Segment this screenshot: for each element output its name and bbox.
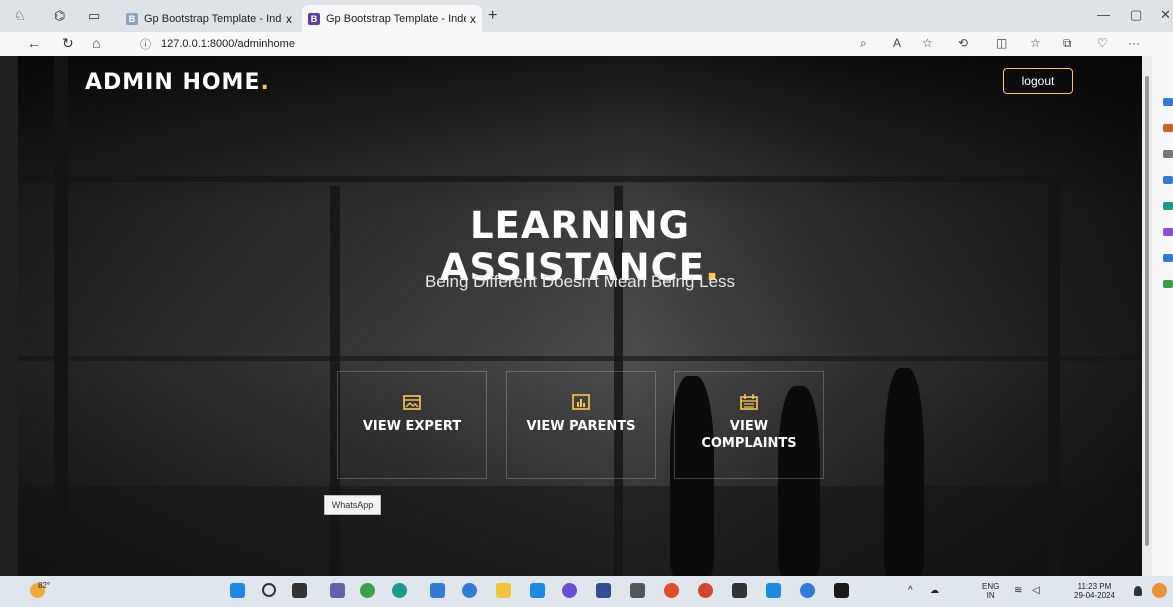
split-screen-icon[interactable]: ◫ [996, 36, 1007, 50]
app-icon[interactable] [562, 583, 577, 598]
chrome-icon[interactable] [664, 583, 679, 598]
view-complaints-card[interactable]: VIEW COMPLAINTS [674, 371, 824, 479]
tab-inactive[interactable]: B Gp Bootstrap Template - Index x [120, 5, 298, 32]
sidebar-app-icon[interactable] [1163, 150, 1173, 158]
sidebar-app-icon[interactable] [1163, 124, 1173, 132]
calendar-icon [740, 394, 758, 410]
file-explorer-icon[interactable] [496, 583, 511, 598]
store-icon[interactable] [530, 583, 545, 598]
profile-icon[interactable]: ♘ [14, 8, 26, 24]
view-expert-card[interactable]: VIEW EXPERT [337, 371, 487, 479]
volume-icon[interactable]: ◁ [1032, 586, 1040, 596]
notification-bell-icon[interactable] [1134, 586, 1142, 596]
copilot-icon[interactable] [1152, 583, 1167, 598]
sidebar-app-icon[interactable] [1163, 280, 1173, 288]
edge-icon[interactable] [392, 583, 407, 598]
close-window-icon[interactable]: ✕ [1160, 7, 1171, 23]
browser-essentials-icon[interactable]: ♡ [1097, 36, 1108, 50]
logout-button[interactable]: logout [1003, 68, 1073, 94]
home-icon[interactable]: ⌂ [92, 35, 100, 51]
more-menu-icon[interactable]: ··· [1128, 36, 1140, 50]
close-tab-icon[interactable]: x [470, 12, 476, 26]
pycharm-icon[interactable] [834, 583, 849, 598]
terminal-icon[interactable] [732, 583, 747, 598]
wifi-icon[interactable]: ≋ [1014, 586, 1022, 596]
favicon-icon: B [126, 12, 138, 25]
lang-region: IN [986, 591, 995, 600]
clock[interactable]: 11:23 PM 29-04-2024 [1074, 582, 1115, 600]
sidebar-app-icon[interactable] [1163, 98, 1173, 106]
scrollbar-thumb[interactable] [1145, 76, 1149, 546]
vscode-icon[interactable] [766, 583, 781, 598]
search-page-icon[interactable]: ⌕ [860, 36, 867, 51]
taskbar: 82° ^ ☁ ENG IN ≋ ◁ 11:23 PM 29-04-2024 [0, 576, 1173, 607]
back-icon[interactable]: ← [27, 35, 41, 51]
url-field[interactable]: ⓘ 127.0.0.1:8000/adminhome [122, 34, 902, 54]
calendar-picture-icon [403, 395, 421, 410]
bar-chart-icon [572, 394, 590, 410]
whatsapp-icon[interactable] [360, 583, 375, 598]
extensions-icon[interactable]: ⟲ [958, 36, 968, 50]
lang-label: ENG [982, 582, 1000, 591]
brand-logo[interactable]: ADMIN HOME. [85, 70, 270, 95]
beam-decoration [18, 356, 1142, 361]
tab-bar: ♘ ⌬ ▭ B Gp Bootstrap Template - Index x … [0, 0, 1173, 32]
weather-temp: 82° [38, 581, 51, 590]
favorite-star-icon[interactable]: ☆ [922, 36, 933, 50]
app-icon[interactable] [596, 583, 611, 598]
whatsapp-tooltip: WhatsApp [324, 495, 381, 515]
refresh-icon[interactable]: ↻ [62, 35, 74, 52]
word-icon[interactable] [800, 583, 815, 598]
minimize-icon[interactable]: — [1097, 7, 1110, 22]
mail-icon[interactable] [430, 583, 445, 598]
sidebar-app-icon[interactable] [1163, 202, 1173, 210]
card-label: VIEW COMPLAINTS [701, 419, 797, 451]
date-text: 29-04-2024 [1074, 591, 1115, 600]
tray-cloud-icon[interactable]: ☁ [930, 586, 939, 595]
tray-chevron-icon[interactable]: ^ [908, 586, 913, 596]
telegram-icon[interactable] [462, 583, 477, 598]
collections-icon[interactable]: ⧉ [1063, 36, 1072, 51]
read-aloud-icon[interactable]: A [893, 36, 901, 50]
camera-icon[interactable] [630, 583, 645, 598]
scrollbar[interactable] [1142, 56, 1152, 576]
beam-decoration [18, 176, 1142, 182]
time-text: 11:23 PM [1077, 582, 1112, 591]
card-label: VIEW EXPERT [362, 419, 462, 434]
sidebar-app-icon[interactable] [1163, 228, 1173, 236]
sidebar-app-icon[interactable] [1163, 254, 1173, 262]
language-indicator[interactable]: ENG IN [982, 582, 999, 600]
favorites-icon[interactable]: ☆ [1030, 36, 1041, 50]
hero-title-line1: LEARNING [469, 204, 691, 247]
workspaces-icon[interactable]: ⌬ [54, 8, 65, 24]
restore-icon[interactable]: ▢ [1130, 7, 1142, 23]
tab-active[interactable]: B Gp Bootstrap Template - Index x [302, 5, 482, 32]
tab-actions-icon[interactable]: ▭ [88, 8, 100, 24]
card-label: VIEW PARENTS [526, 419, 636, 434]
app-icon[interactable] [698, 583, 713, 598]
url-text: 127.0.0.1:8000/adminhome [161, 38, 295, 50]
hero-subtitle: Being Different Doesn't Mean Being Less [424, 272, 736, 291]
tab-title: Gp Bootstrap Template - Index [144, 12, 282, 25]
hero-section: ADMIN HOME. logout LEARNING ASSISTANCE. … [18, 56, 1142, 576]
floor-shadow [18, 486, 1142, 576]
view-parents-card[interactable]: VIEW PARENTS [506, 371, 656, 479]
address-bar-row: ← ↻ ⌂ ⓘ 127.0.0.1:8000/adminhome ⌕ A ☆ ⟲… [0, 32, 1173, 56]
favicon-icon: B [308, 12, 320, 25]
task-view-icon[interactable] [292, 583, 307, 598]
site-info-icon[interactable]: ⓘ [140, 36, 151, 52]
search-icon[interactable] [262, 583, 276, 597]
sidebar-app-icon[interactable] [1163, 176, 1173, 184]
close-tab-icon[interactable]: x [286, 12, 292, 26]
new-tab-button[interactable]: + [488, 7, 497, 25]
tab-title: Gp Bootstrap Template - Index [326, 12, 466, 25]
start-icon[interactable] [230, 583, 245, 598]
teams-icon[interactable] [330, 583, 345, 598]
person-silhouette [884, 368, 924, 576]
